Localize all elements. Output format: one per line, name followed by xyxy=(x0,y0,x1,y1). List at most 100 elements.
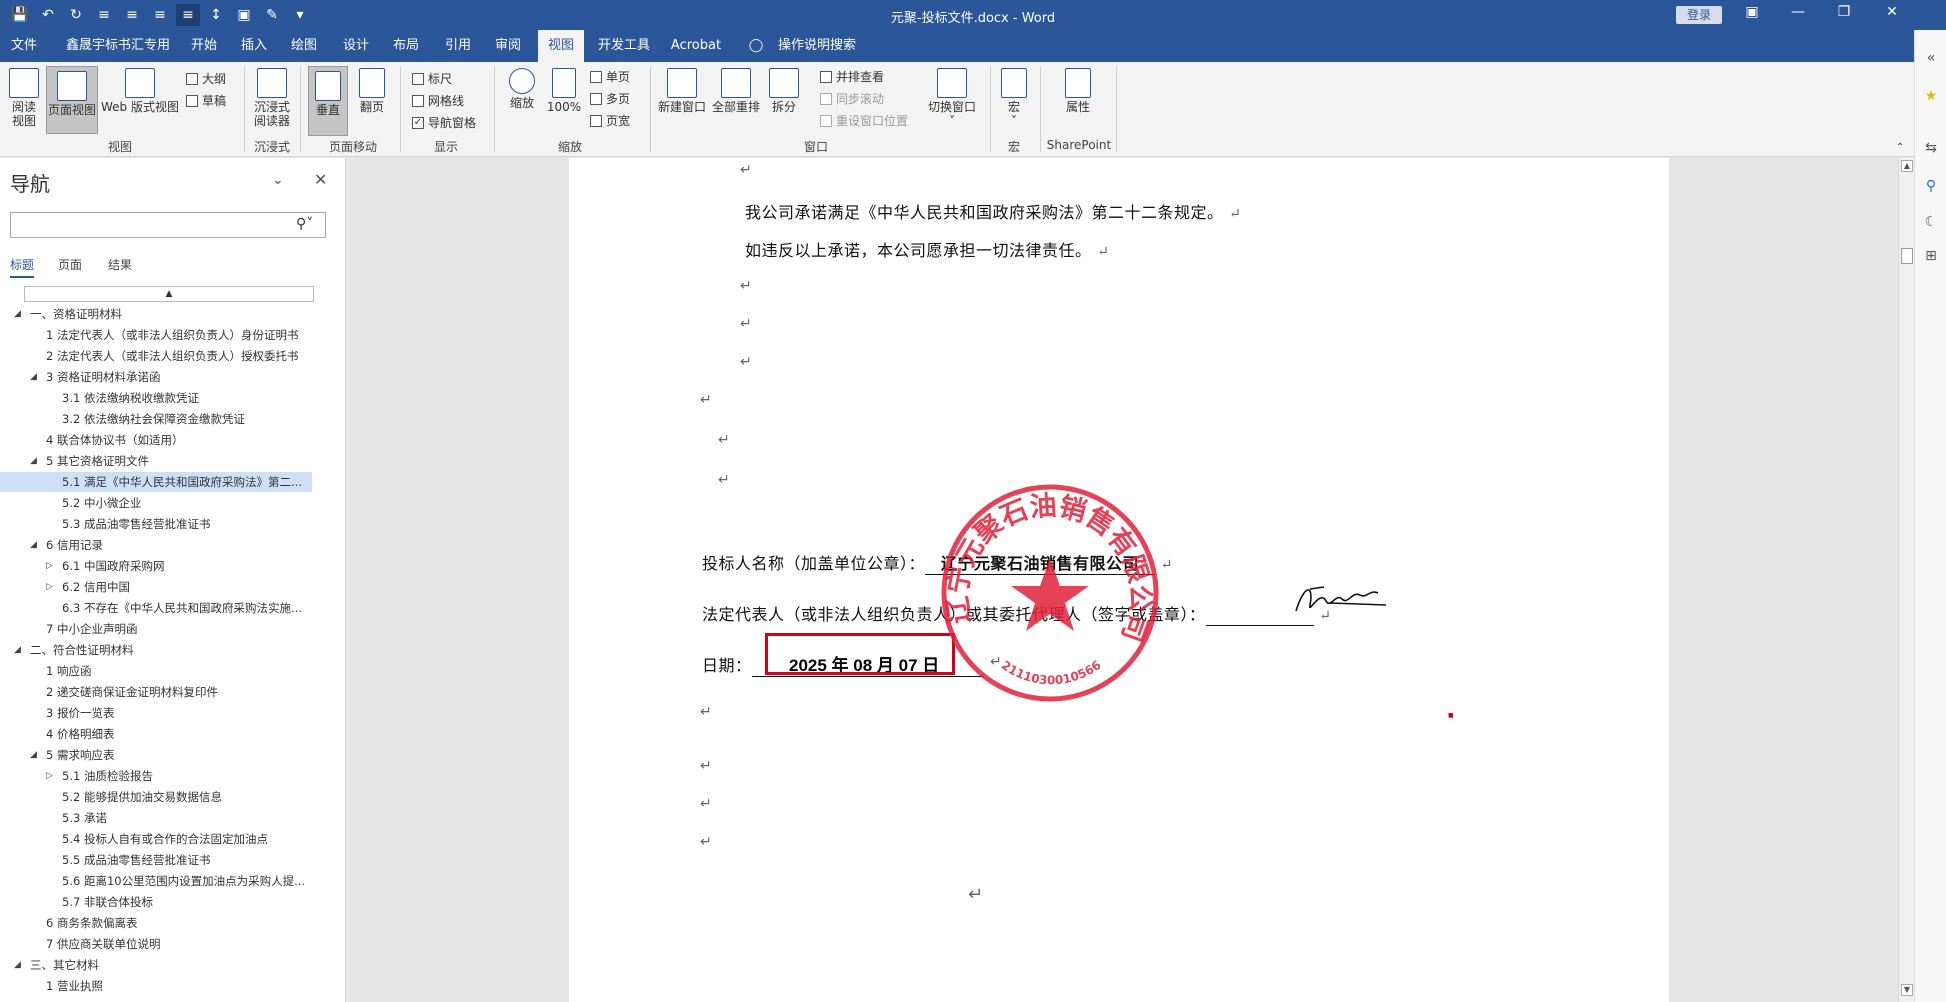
arrange-all-button[interactable]: 全部重排 xyxy=(710,68,762,114)
expand-triangle-icon[interactable]: ▷ xyxy=(46,556,53,576)
tab-file[interactable]: 文件 xyxy=(4,30,44,62)
tab-acrobat[interactable]: Acrobat xyxy=(666,30,726,62)
tab-layout[interactable]: 布局 xyxy=(386,30,426,62)
tab-results[interactable]: 结果 xyxy=(108,256,132,273)
gridlines-checkbox[interactable]: 网格线 xyxy=(412,92,464,109)
collapse-side-icon[interactable]: « xyxy=(1923,50,1939,66)
nav-heading-item[interactable]: 5.4 投标人自有或合作的合法固定加油点 xyxy=(0,829,340,849)
collapse-triangle-icon[interactable]: ◢ xyxy=(30,745,37,765)
side-to-side-button[interactable]: 翻页 xyxy=(354,68,390,114)
nav-heading-item[interactable]: 1 法定代表人（或非法人组织负责人）身份证明书 xyxy=(0,325,340,345)
minimize-icon[interactable]: — xyxy=(1786,4,1810,26)
tab-headings[interactable]: 标题 xyxy=(10,256,35,278)
nav-heading-item[interactable]: ◢ 一、资格证明材料 xyxy=(0,304,340,324)
split-button[interactable]: 拆分 xyxy=(766,68,802,114)
macros-button[interactable]: 宏 ˅ xyxy=(996,68,1032,128)
read-mode-button[interactable]: 阅读 视图 xyxy=(4,68,44,128)
tab-custom[interactable]: 鑫晟宇标书汇专用 xyxy=(58,30,178,62)
search-icon[interactable]: ⚲˅ xyxy=(296,216,313,232)
properties-button[interactable]: 属性 xyxy=(1058,68,1098,114)
nav-heading-item[interactable]: 1 营业执照 xyxy=(0,976,340,996)
tell-me-search[interactable]: 操作说明搜索 xyxy=(772,30,862,62)
collapse-all-icon[interactable]: ▲ xyxy=(24,286,314,302)
star-icon[interactable]: ★ xyxy=(1923,88,1939,104)
draft-button[interactable]: 草稿 xyxy=(186,92,226,109)
immersive-reader-button[interactable]: 沉浸式 阅读器 xyxy=(250,68,294,128)
chevron-down-icon[interactable]: ⌄ xyxy=(272,172,284,188)
expand-triangle-icon[interactable]: ▷ xyxy=(46,577,53,597)
nav-heading-item[interactable]: 5.5 成品油零售经营批准证书 xyxy=(0,850,340,870)
one-page-button[interactable]: 单页 xyxy=(590,68,630,85)
nav-heading-item[interactable]: 6.3 不存在《中华人民共和国政府采购法实施... xyxy=(0,598,340,618)
login-button[interactable]: 登录 xyxy=(1676,6,1722,24)
nav-heading-item[interactable]: 2 递交磋商保证金证明材料复印件 xyxy=(0,682,340,702)
nav-pane-checkbox[interactable]: ✓ 导航窗格 xyxy=(412,114,476,131)
vertical-button[interactable]: 垂直 xyxy=(308,66,348,136)
nav-heading-item[interactable]: 3.1 依法缴纳税收缴款凭证 xyxy=(0,388,340,408)
nav-heading-item[interactable]: 2 法定代表人（或非法人组织负责人）授权委托书 xyxy=(0,346,340,366)
collapse-triangle-icon[interactable]: ◢ xyxy=(30,451,37,471)
nav-heading-item[interactable]: 5.6 距离10公里范围内设置加油点为采购人提... xyxy=(0,871,340,891)
nav-heading-item[interactable]: ◢ 5 需求响应表 xyxy=(0,745,340,765)
tab-review[interactable]: 审阅 xyxy=(488,30,528,62)
ribbon-display-icon[interactable]: ▣ xyxy=(1740,4,1764,26)
nav-heading-item[interactable]: 5.3 承诺 xyxy=(0,808,340,828)
zoom-100-button[interactable]: 100% xyxy=(546,68,582,114)
close-icon[interactable]: ✕ xyxy=(1880,4,1904,26)
tab-draw[interactable]: 绘图 xyxy=(284,30,324,62)
swap-icon[interactable]: ⇆ xyxy=(1923,140,1939,156)
nav-heading-item[interactable]: ◢ 3 资格证明材料承诺函 xyxy=(0,367,340,387)
nav-heading-item[interactable]: 5.3 成品油零售经营批准证书 xyxy=(0,514,340,534)
tab-home[interactable]: 开始 xyxy=(184,30,224,62)
nav-heading-item[interactable]: ◢ 5 其它资格证明文件 xyxy=(0,451,340,471)
web-layout-button[interactable]: Web 版式视图 xyxy=(100,68,180,114)
page-width-button[interactable]: 页宽 xyxy=(590,112,630,129)
nav-heading-item[interactable]: 5.2 中小微企业 xyxy=(0,493,340,513)
vertical-scrollbar[interactable]: ▲ ▼ xyxy=(1898,158,1914,1002)
search-icon[interactable]: ⚲ xyxy=(1923,178,1939,194)
nav-heading-item[interactable]: 7 供应商关联单位说明 xyxy=(0,934,340,954)
nav-heading-item[interactable]: 3 报价一览表 xyxy=(0,703,340,723)
planet-icon[interactable]: ☾ xyxy=(1923,214,1939,230)
tab-view[interactable]: 视图 xyxy=(538,30,584,62)
reset-position-button[interactable]: 重设窗口位置 xyxy=(820,112,908,129)
nav-heading-item[interactable]: ▷ 6.1 中国政府采购网 xyxy=(0,556,340,576)
nav-heading-item[interactable]: 4 联合体协议书（如适用） xyxy=(0,430,340,450)
expand-triangle-icon[interactable]: ▷ xyxy=(46,766,53,786)
nav-heading-item[interactable]: 5.2 能够提供加油交易数据信息 xyxy=(0,787,340,807)
nav-heading-item[interactable]: ▷ 6.2 信用中国 xyxy=(0,577,340,597)
collapse-ribbon-icon[interactable]: ⌃ xyxy=(1896,142,1904,153)
collapse-triangle-icon[interactable]: ◢ xyxy=(30,535,37,555)
side-by-side-button[interactable]: 并排查看 xyxy=(820,68,884,85)
tab-developer[interactable]: 开发工具 xyxy=(594,30,654,62)
outline-button[interactable]: 大纲 xyxy=(186,70,226,87)
multiple-pages-button[interactable]: 多页 xyxy=(590,90,630,107)
collapse-triangle-icon[interactable]: ◢ xyxy=(14,304,21,324)
nav-search-input[interactable] xyxy=(10,212,326,238)
switch-windows-button[interactable]: 切换窗口 ˅ xyxy=(924,68,980,128)
nav-heading-item[interactable]: 5.7 非联合体投标 xyxy=(0,892,340,912)
restore-icon[interactable]: ❐ xyxy=(1832,4,1856,26)
zoom-button[interactable]: 缩放 xyxy=(502,68,542,110)
add-icon[interactable]: ⊞ xyxy=(1923,248,1939,264)
nav-heading-item[interactable]: ◢ 6 信用记录 xyxy=(0,535,340,555)
sync-scroll-button[interactable]: 同步滚动 xyxy=(820,90,884,107)
collapse-triangle-icon[interactable]: ◢ xyxy=(14,955,21,975)
tab-insert[interactable]: 插入 xyxy=(234,30,274,62)
ruler-checkbox[interactable]: 标尺 xyxy=(412,70,452,87)
tab-design[interactable]: 设计 xyxy=(336,30,376,62)
nav-heading-item[interactable]: 1 响应函 xyxy=(0,661,340,681)
collapse-triangle-icon[interactable]: ◢ xyxy=(14,640,21,660)
nav-heading-item[interactable]: ▷ 5.1 油质检验报告 xyxy=(0,766,340,786)
scroll-thumb[interactable] xyxy=(1901,248,1913,264)
nav-heading-item[interactable]: ◢ 二、符合性证明材料 xyxy=(0,640,340,660)
nav-heading-item[interactable]: 3.2 依法缴纳社会保障资金缴款凭证 xyxy=(0,409,340,429)
collapse-triangle-icon[interactable]: ◢ xyxy=(30,367,37,387)
nav-heading-item[interactable]: 6 商务条款偏离表 xyxy=(0,913,340,933)
scroll-down-icon[interactable]: ▼ xyxy=(1901,984,1913,996)
scroll-up-icon[interactable]: ▲ xyxy=(1901,160,1913,172)
print-layout-button[interactable]: 页面视图 xyxy=(46,66,98,134)
nav-heading-item[interactable]: ◢ 三、其它材料 xyxy=(0,955,340,975)
tab-pages[interactable]: 页面 xyxy=(58,256,82,273)
tab-references[interactable]: 引用 xyxy=(438,30,478,62)
